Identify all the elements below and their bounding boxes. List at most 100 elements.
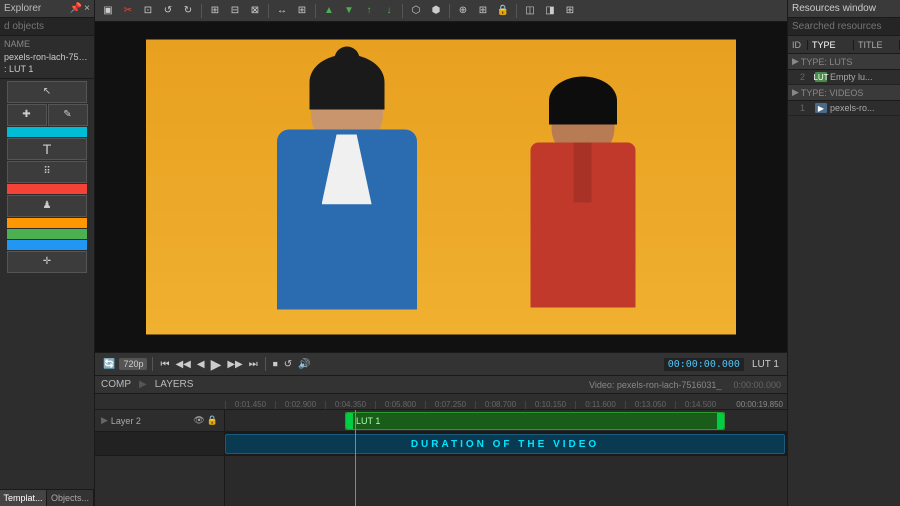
prev-frame-btn[interactable]: ◀◀ — [173, 358, 192, 371]
toolbar-redo[interactable]: ↻ — [179, 2, 197, 20]
zipper — [574, 143, 592, 203]
lock-icon[interactable]: 🔒 — [207, 415, 218, 426]
mark-5: 0:08.700 — [475, 401, 525, 409]
videos-arrow[interactable]: ▶ — [792, 87, 799, 98]
toolbar-select[interactable]: ▣ — [99, 2, 117, 20]
video-clip-label: DURATION OF THE VIDEO — [411, 439, 599, 450]
toolbar-arrow-down[interactable]: ▼ — [340, 2, 358, 20]
col-type[interactable]: TYPE — [808, 40, 854, 50]
timecode-start: 0:00:00.000 — [733, 380, 781, 390]
text-tool[interactable]: T — [7, 138, 87, 160]
lut-clip-right-handle[interactable] — [717, 413, 724, 429]
toolbar-copy[interactable]: ⊡ — [139, 2, 157, 20]
video-bg — [146, 40, 736, 335]
arrow-tool[interactable]: ↖ — [7, 81, 87, 103]
toolbar-resize3[interactable]: ⊞ — [561, 2, 579, 20]
timecode-display: 00:00:00.000 — [664, 358, 744, 371]
video-item-1[interactable]: 1 ▶ pexels-ro... — [788, 101, 900, 116]
toolbar-arrow-up[interactable]: ▲ — [320, 2, 338, 20]
eye-icon[interactable]: 👁 — [193, 415, 204, 426]
track-content: LUT 1 DURATION OF THE VIDEO — [225, 410, 787, 506]
transport-section: ⏮ ◀◀ ◀ ▶ ▶▶ ⏭ — [158, 355, 259, 374]
col-title[interactable]: TITLE — [854, 40, 900, 50]
grid-tool[interactable]: ⠿ — [7, 161, 87, 183]
tab-templates[interactable]: Templat... — [0, 490, 47, 506]
toolbar-import[interactable]: ⬢ — [427, 2, 445, 20]
lut-item-1[interactable]: 2 LUT Empty lu... — [788, 70, 900, 85]
close-btn[interactable]: × — [84, 3, 90, 14]
toolbar-snap[interactable]: ⊕ — [454, 2, 472, 20]
comp-label: COMP — [101, 379, 131, 390]
toolbar-group2[interactable]: ⊟ — [226, 2, 244, 20]
type-luts-header: ▶ TYPE: LUTS — [788, 54, 900, 70]
timeline-ruler: 00:00:19.850 0:01.450 0:02.900 0:04.350 … — [95, 394, 787, 410]
pin-btn[interactable]: 📌 — [70, 3, 82, 14]
video-content — [146, 40, 736, 335]
video-id: 1 — [800, 103, 812, 113]
toolbar-resize1[interactable]: ◫ — [521, 2, 539, 20]
track-label-video — [95, 432, 224, 456]
toolbar-resize2[interactable]: ◨ — [541, 2, 559, 20]
stop-btn[interactable]: ⏹ — [271, 358, 280, 371]
toolbar-group1[interactable]: ⊞ — [206, 2, 224, 20]
move-tool[interactable]: ✚ — [7, 104, 47, 126]
video-frame — [95, 22, 787, 352]
resources-search-input[interactable] — [788, 18, 900, 36]
play-btn[interactable]: ▶ — [209, 355, 224, 374]
motion-tool[interactable] — [7, 240, 87, 250]
loop-region-btn[interactable]: ↺ — [282, 358, 294, 371]
edit-tool[interactable]: ✎ — [48, 104, 88, 126]
toolbar-lock[interactable]: 🔒 — [494, 2, 512, 20]
tab-objects[interactable]: Objects... — [47, 490, 94, 506]
effect-tool[interactable] — [7, 229, 87, 239]
back-btn[interactable]: ◀ — [195, 358, 207, 371]
transform-tool[interactable]: ✛ — [7, 251, 87, 273]
sep5 — [449, 4, 450, 18]
resolution-badge[interactable]: 720p — [119, 358, 147, 370]
ruler-marks: 0:01.450 0:02.900 0:04.350 0:05.800 0:07… — [225, 401, 725, 409]
video-clip[interactable]: DURATION OF THE VIDEO — [225, 434, 785, 454]
toolbar-undo[interactable]: ↺ — [159, 2, 177, 20]
step-back-btn[interactable]: ⏮ — [158, 358, 171, 371]
toolbar-arrow3[interactable]: ↓ — [380, 2, 398, 20]
track-labels: ▶ Layer 2 👁 🔒 — [95, 410, 225, 506]
step-fwd-btn[interactable]: ⏭ — [247, 358, 260, 371]
col-id: ID — [788, 40, 808, 50]
toolbar-arrow2[interactable]: ↑ — [360, 2, 378, 20]
sep3 — [315, 4, 316, 18]
toolbar-grid[interactable]: ⊞ — [474, 2, 492, 20]
figure-right — [488, 75, 677, 335]
red-tool[interactable] — [7, 184, 87, 194]
luts-arrow[interactable]: ▶ — [792, 56, 799, 67]
toolbar-group3[interactable]: ⊠ — [246, 2, 264, 20]
mark-4: 0:07.250 — [425, 401, 475, 409]
toolbar-align[interactable]: ↔ — [273, 2, 291, 20]
top-toolbar: ▣ ✂ ⊡ ↺ ↻ ⊞ ⊟ ⊠ ↔ ⊞ ▲ ▼ ↑ ↓ ⬡ ⬢ ⊕ ⊞ 🔒 ◫ … — [95, 0, 787, 22]
lut-id: 2 — [800, 72, 812, 82]
audio-tool[interactable] — [7, 218, 87, 228]
loop-btn[interactable]: 🔄 — [101, 358, 117, 371]
lut-clip-left-handle[interactable] — [346, 413, 353, 429]
explorer-title: Explorer — [4, 3, 41, 14]
toolbar-export[interactable]: ⬡ — [407, 2, 425, 20]
lut-clip[interactable]: LUT 1 — [345, 412, 725, 430]
hair-right — [549, 77, 617, 125]
type-luts-label: TYPE: LUTS — [801, 57, 853, 67]
video-title: pexels-ro... — [830, 103, 896, 113]
timeline: COMP ▶ LAYERS Video: pexels-ron-lach-751… — [95, 376, 787, 506]
volume-btn[interactable]: 🔊 — [296, 358, 312, 371]
hair-bun — [334, 46, 359, 71]
toolbar-cut[interactable]: ✂ — [119, 2, 137, 20]
lut-label-btn[interactable]: LUT 1 — [750, 358, 781, 371]
fwd-btn[interactable]: ▶▶ — [225, 358, 244, 371]
explorer-search[interactable] — [0, 18, 94, 36]
lut-label: : LUT 1 — [4, 63, 90, 76]
timeline-header: COMP ▶ LAYERS Video: pexels-ron-lach-751… — [95, 376, 787, 394]
end-timecode: 00:00:19.850 — [736, 400, 783, 409]
mark-7: 0:11.600 — [575, 401, 625, 409]
sep1 — [201, 4, 202, 18]
toolbar-distribute[interactable]: ⊞ — [293, 2, 311, 20]
left-tabs: Templat... Objects... — [0, 489, 94, 506]
person-tool[interactable]: ♟ — [7, 195, 87, 217]
mark-8: 0:13.050 — [625, 401, 675, 409]
